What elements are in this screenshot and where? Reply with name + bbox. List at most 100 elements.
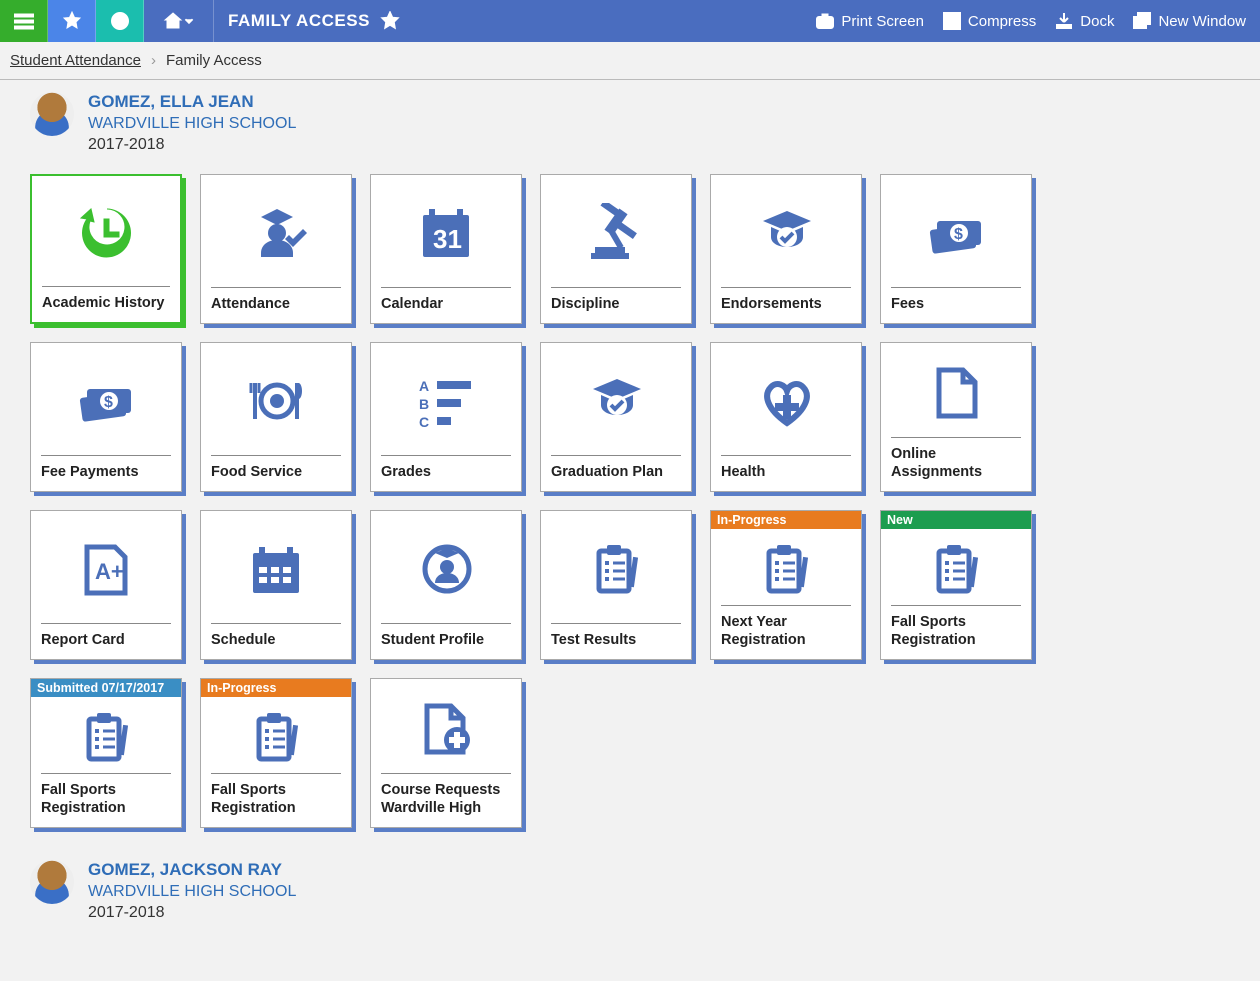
- gradcheck-icon: [581, 371, 651, 431]
- tile-icon-area: [201, 697, 351, 773]
- health-icon: [751, 371, 821, 431]
- tile-label: Next Year Registration: [721, 605, 851, 659]
- grades-icon: [411, 371, 481, 431]
- tile-icon-area: [31, 697, 181, 773]
- new-window-button[interactable]: New Window: [1132, 11, 1246, 31]
- tile-test-results[interactable]: Test Results: [540, 510, 692, 660]
- tile-grades[interactable]: Grades: [370, 342, 522, 492]
- tile-fees[interactable]: Fees: [880, 174, 1032, 324]
- home-button[interactable]: [144, 0, 214, 42]
- student-year: 2017-2018: [88, 136, 296, 154]
- tile-label: Schedule: [211, 623, 341, 659]
- camera-icon: [815, 11, 835, 31]
- favorites-button[interactable]: [48, 0, 96, 42]
- tile-online-assignments[interactable]: Online Assignments: [880, 342, 1032, 492]
- tile-calendar[interactable]: Calendar: [370, 174, 522, 324]
- tile-next-year-registration[interactable]: In-Progress Next Year Registration: [710, 510, 862, 660]
- tile-icon-area: [31, 511, 181, 623]
- tile-discipline[interactable]: Discipline: [540, 174, 692, 324]
- student-meta: GOMEZ, JACKSON RAY WARDVILLE HIGH SCHOOL…: [88, 860, 296, 922]
- tile-report-card[interactable]: Report Card: [30, 510, 182, 660]
- tile-label: Grades: [381, 455, 511, 491]
- tile-badge: In-Progress: [711, 511, 861, 529]
- print-screen-button[interactable]: Print Screen: [815, 11, 924, 31]
- topbar-actions: Print Screen Compress Dock New Window: [815, 0, 1260, 42]
- dock-button[interactable]: Dock: [1054, 11, 1114, 31]
- money-icon: [921, 203, 991, 263]
- tile-icon-area: [371, 343, 521, 455]
- tile-fall-sports-registration[interactable]: New Fall Sports Registration: [880, 510, 1032, 660]
- student-name: GOMEZ, ELLA JEAN: [88, 92, 296, 112]
- tile-label: Calendar: [381, 287, 511, 323]
- money-icon: [71, 371, 141, 431]
- tile-icon-area: [541, 511, 691, 623]
- tile-label: Fees: [891, 287, 1021, 323]
- tile-label: Report Card: [41, 623, 171, 659]
- clipboard-icon: [921, 539, 991, 599]
- tile-icon-area: [371, 511, 521, 623]
- tile-icon-area: [881, 343, 1031, 437]
- docplus-icon: [411, 698, 481, 758]
- globe-icon: [110, 11, 130, 31]
- schedule-icon: [241, 539, 311, 599]
- tile-grid: Academic History Attendance Calendar Dis…: [30, 168, 1230, 848]
- clipboard-icon: [241, 707, 311, 767]
- page-title-area: FAMILY ACCESS: [214, 0, 414, 42]
- star-icon: [62, 11, 82, 31]
- tile-label: Graduation Plan: [551, 455, 681, 491]
- tile-endorsements[interactable]: Endorsements: [710, 174, 862, 324]
- tile-student-profile[interactable]: Student Profile: [370, 510, 522, 660]
- tile-icon-area: [371, 175, 521, 287]
- tile-icon-area: [201, 343, 351, 455]
- star-outline-icon[interactable]: [380, 11, 400, 31]
- tile-label: Fall Sports Registration: [41, 773, 171, 827]
- tile-attendance[interactable]: Attendance: [200, 174, 352, 324]
- tile-label: Endorsements: [721, 287, 851, 323]
- student-year: 2017-2018: [88, 904, 296, 922]
- compress-icon: [942, 11, 962, 31]
- tile-health[interactable]: Health: [710, 342, 862, 492]
- tile-icon-area: [371, 679, 521, 773]
- compress-button[interactable]: Compress: [942, 11, 1036, 31]
- menu-button[interactable]: [0, 0, 48, 42]
- tile-food-service[interactable]: Food Service: [200, 342, 352, 492]
- clipboard-icon: [71, 707, 141, 767]
- history-icon: [71, 203, 141, 263]
- tile-fall-sports-registration[interactable]: In-Progress Fall Sports Registration: [200, 678, 352, 828]
- clipboard-icon: [751, 539, 821, 599]
- student-header: GOMEZ, ELLA JEAN WARDVILLE HIGH SCHOOL 2…: [30, 92, 1230, 154]
- chevron-down-icon: [183, 11, 195, 31]
- tile-fee-payments[interactable]: Fee Payments: [30, 342, 182, 492]
- tile-label: Attendance: [211, 287, 341, 323]
- new-window-label: New Window: [1158, 13, 1246, 30]
- globe-button[interactable]: [96, 0, 144, 42]
- tile-schedule[interactable]: Schedule: [200, 510, 352, 660]
- breadcrumb-parent[interactable]: Student Attendance: [10, 52, 141, 69]
- tile-label: Fee Payments: [41, 455, 171, 491]
- avatar: [30, 92, 74, 136]
- dock-icon: [1054, 11, 1074, 31]
- tile-icon-area: [201, 511, 351, 623]
- tile-fall-sports-registration[interactable]: Submitted 07/17/2017 Fall Sports Registr…: [30, 678, 182, 828]
- tile-icon-area: [201, 175, 351, 287]
- tile-label: Student Profile: [381, 623, 511, 659]
- tile-academic-history[interactable]: Academic History: [30, 174, 182, 324]
- tile-icon-area: [31, 343, 181, 455]
- student-block: GOMEZ, JACKSON RAY WARDVILLE HIGH SCHOOL…: [0, 848, 1260, 922]
- tile-graduation-plan[interactable]: Graduation Plan: [540, 342, 692, 492]
- tile-icon-area: [541, 343, 691, 455]
- tile-icon-area: [881, 175, 1031, 287]
- new-window-icon: [1132, 11, 1152, 31]
- student-meta: GOMEZ, ELLA JEAN WARDVILLE HIGH SCHOOL 2…: [88, 92, 296, 154]
- hamburger-icon: [14, 11, 34, 31]
- breadcrumb-separator: ›: [151, 52, 156, 69]
- food-icon: [241, 371, 311, 431]
- tile-course-requests-wardville-high[interactable]: Course Requests Wardville High: [370, 678, 522, 828]
- gavel-icon: [581, 203, 651, 263]
- tile-badge: New: [881, 511, 1031, 529]
- tile-icon-area: [711, 529, 861, 605]
- tile-label: Fall Sports Registration: [211, 773, 341, 827]
- student-block: GOMEZ, ELLA JEAN WARDVILLE HIGH SCHOOL 2…: [0, 80, 1260, 848]
- compress-label: Compress: [968, 13, 1036, 30]
- student-school: WARDVILLE HIGH SCHOOL: [88, 883, 296, 901]
